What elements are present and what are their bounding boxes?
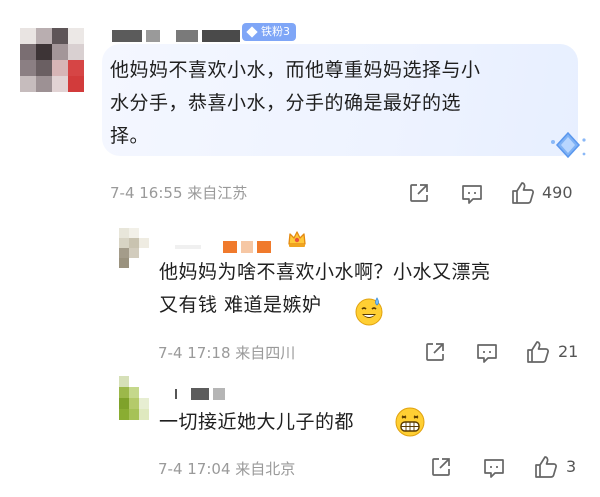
share-icon[interactable] (424, 341, 446, 363)
share-icon[interactable] (430, 456, 452, 478)
avatar[interactable] (119, 228, 149, 268)
username[interactable] (175, 241, 271, 253)
crown-icon (288, 231, 306, 247)
comment-icon[interactable] (460, 183, 484, 205)
avatar[interactable] (20, 28, 84, 92)
fan-badge-label: 铁粉3 (261, 25, 290, 38)
comment-line: 一切接近她大儿子的都 (159, 411, 355, 433)
like-count: 21 (558, 342, 579, 361)
grin-emoji (395, 407, 425, 437)
comment-text: 一切接近她大儿子的都 (159, 406, 354, 439)
comment-line: 又有钱 难道是嫉妒 (159, 294, 322, 316)
diamond-sparkle-icon (551, 131, 586, 159)
comment-meta: 7-4 17:04 来自北京 (158, 460, 296, 478)
like-icon[interactable] (510, 180, 536, 206)
comment-meta: 7-4 17:18 来自四川 (158, 344, 296, 362)
share-icon[interactable] (408, 182, 430, 204)
username[interactable] (175, 388, 225, 400)
comment-line: 择。 (110, 125, 150, 147)
comment-icon[interactable] (482, 457, 506, 479)
like-icon[interactable] (533, 454, 559, 480)
comment-line: 他妈妈为啥不喜欢小水啊？小水又漂亮 (159, 261, 491, 283)
fan-badge[interactable]: 铁粉3 (242, 23, 296, 41)
comment-line: 他妈妈不喜欢小水，而他尊重妈妈选择与小 (110, 59, 481, 81)
avatar[interactable] (119, 376, 149, 420)
diamond-icon (246, 26, 258, 38)
comment-meta: 7-4 16:55 来自江苏 (110, 184, 248, 202)
comment-line: 水分手，恭喜小水，分手的确是最好的选 (110, 92, 462, 114)
comment-text: 他妈妈为啥不喜欢小水啊？小水又漂亮 又有钱 难道是嫉妒 (159, 256, 491, 322)
sweat-smile-emoji (355, 297, 383, 326)
like-count: 490 (542, 183, 573, 202)
comment-text: 他妈妈不喜欢小水，而他尊重妈妈选择与小 水分手，恭喜小水，分手的确是最好的选 择… (110, 54, 481, 153)
username[interactable] (112, 30, 240, 42)
like-count: 3 (566, 457, 577, 476)
comment-icon[interactable] (475, 342, 499, 364)
like-icon[interactable] (525, 339, 551, 365)
